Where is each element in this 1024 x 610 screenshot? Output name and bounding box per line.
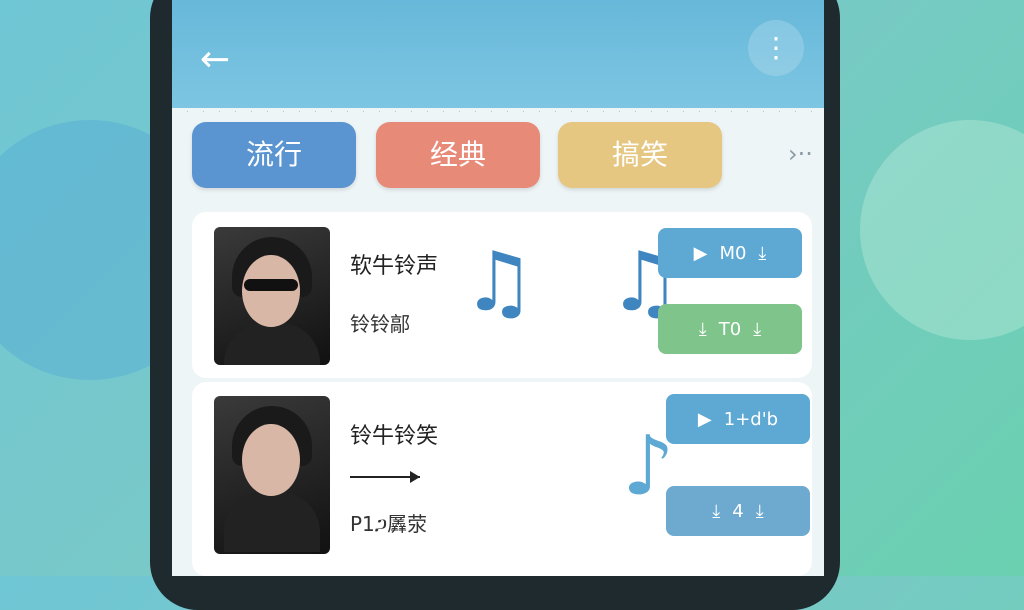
- download-icon: ⤓: [712, 500, 721, 522]
- tab-popular[interactable]: 流行: [192, 122, 356, 188]
- download-button[interactable]: ⤓ 4 ⤓: [666, 486, 810, 536]
- download-icon: ⤓: [755, 500, 764, 522]
- tab-classic[interactable]: 经典: [376, 122, 540, 188]
- category-tabs: 流行 经典 搞笑 ›··: [192, 122, 813, 192]
- tabs-more-icon[interactable]: ›··: [788, 140, 813, 168]
- arrow-right-icon: [350, 471, 420, 483]
- dots-vertical-icon[interactable]: ⋮: [748, 20, 804, 76]
- download-button-label: 4: [732, 500, 744, 522]
- background-blob: [860, 120, 1024, 340]
- header-bar: ← ⋮: [172, 0, 824, 122]
- ringtone-subtitle: P1ጋ羼荥: [350, 512, 428, 536]
- app-screen: ← ⋮ 流行 经典 搞笑 ›·· 软牛铃声 铃铃鄗 ♫ ♫ ▶ M0 ⤓ ⤓ T…: [172, 0, 824, 576]
- avatar: [214, 227, 330, 365]
- download-button-label: T0: [718, 318, 742, 340]
- download-icon: ⤓: [758, 242, 767, 264]
- list-item: 铃牛铃笑 P1ጋ羼荥 ♪ ▶ 1+d'b ⤓ 4 ⤓: [192, 382, 812, 576]
- tab-funny[interactable]: 搞笑: [558, 122, 722, 188]
- download-button[interactable]: ⤓ T0 ⤓: [658, 304, 802, 354]
- download-icon: ⤓: [698, 318, 707, 340]
- ringtone-title: 软牛铃声: [350, 254, 439, 279]
- play-button-label: 1+d'b: [723, 408, 779, 430]
- ringtone-subtitle: 铃铃鄗: [350, 312, 410, 336]
- arrow-left-icon[interactable]: ←: [200, 38, 244, 82]
- play-button[interactable]: ▶ 1+d'b: [666, 394, 810, 444]
- avatar: [214, 396, 330, 554]
- music-note-icon: ♫: [462, 235, 536, 330]
- play-button[interactable]: ▶ M0 ⤓: [658, 228, 802, 278]
- play-button-label: M0: [719, 242, 747, 264]
- ringtone-title: 铃牛铃笑: [350, 424, 439, 449]
- download-icon: ⤓: [753, 318, 762, 340]
- play-icon: ▶: [693, 242, 708, 264]
- play-icon: ▶: [697, 408, 712, 430]
- list-item: 软牛铃声 铃铃鄗 ♫ ♫ ▶ M0 ⤓ ⤓ T0 ⤓: [192, 212, 812, 378]
